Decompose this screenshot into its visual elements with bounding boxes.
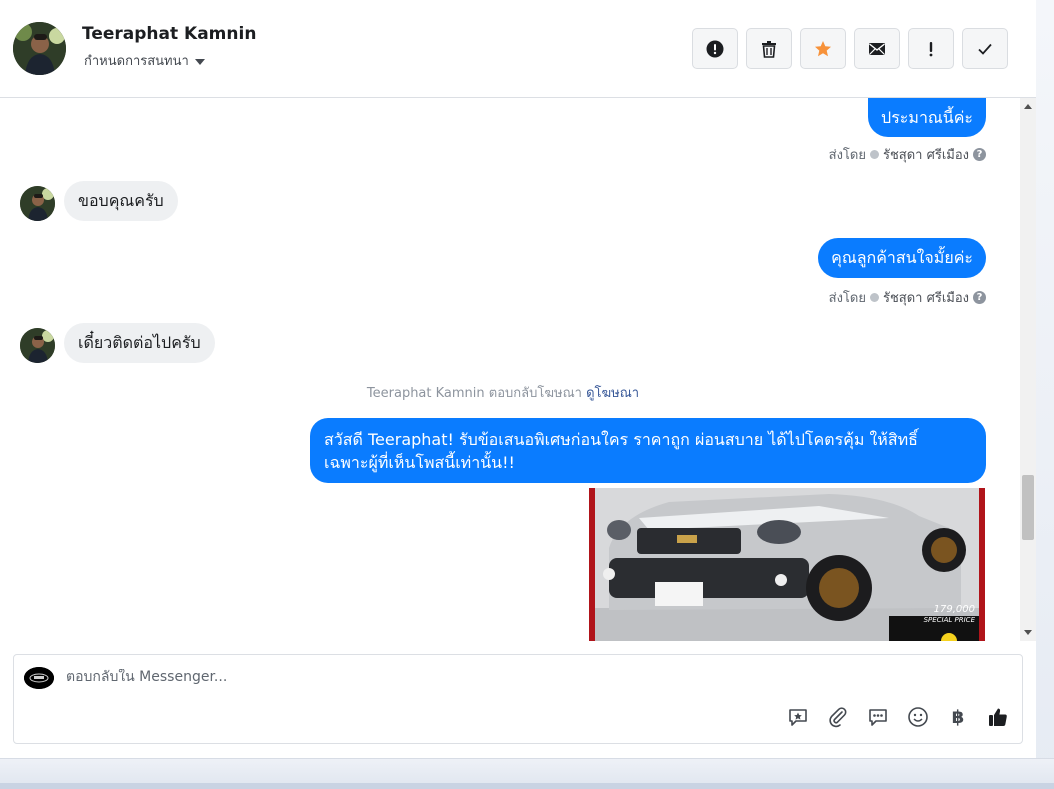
- window-edge: [1036, 0, 1054, 789]
- reply-composer: ฿: [13, 654, 1023, 744]
- ad-greeting-line-2: เฉพาะผู้ที่เห็นโพสนี้เท่านั้น!!: [324, 453, 515, 472]
- inbox-conversation-panel: Teeraphat Kamnin กำหนดการสนทนา ประมาณนี้…: [0, 0, 1036, 758]
- ad-price-label: SPECIAL PRICE: [923, 616, 975, 624]
- contact-avatar[interactable]: [13, 22, 66, 75]
- spam-button[interactable]: [908, 28, 954, 69]
- emoji-button[interactable]: [906, 705, 930, 729]
- ad-greeting-message[interactable]: สวัสดี Teeraphat! รับข้อเสนอพิเศษก่อนใคร…: [310, 418, 986, 483]
- status-dot-icon: [869, 293, 879, 302]
- contact-name[interactable]: Teeraphat Kamnin: [82, 24, 256, 44]
- star-button[interactable]: [800, 28, 846, 69]
- scroll-down-arrow-icon[interactable]: [1024, 630, 1032, 635]
- ad-car-image[interactable]: 179,000 SPECIAL PRICE: [589, 488, 985, 641]
- window-bottom-edge: [0, 758, 1054, 789]
- help-icon[interactable]: ?: [973, 148, 986, 161]
- incoming-message[interactable]: ขอบคุณครับ: [64, 181, 178, 221]
- payment-button[interactable]: ฿: [946, 705, 970, 729]
- trash-icon: [762, 40, 776, 58]
- saved-reply-icon: [789, 709, 807, 726]
- sent-by-label: ส่งโดย: [828, 148, 866, 163]
- status-dot-icon: [869, 150, 879, 159]
- composer-toolbar: ฿: [786, 705, 1010, 729]
- scroll-thumb[interactable]: [1022, 475, 1034, 540]
- page-avatar: [24, 667, 54, 689]
- saved-reply-button[interactable]: [786, 705, 810, 729]
- conversation-toolbar: [692, 28, 1008, 69]
- reply-input[interactable]: [66, 669, 766, 685]
- conversation-settings-label: กำหนดการสนทนา: [84, 54, 189, 69]
- quick-reply-icon: [869, 709, 887, 726]
- mark-unread-button[interactable]: [854, 28, 900, 69]
- conversation-header: Teeraphat Kamnin กำหนดการสนทนา: [0, 0, 1036, 98]
- ad-greeting-line-1: สวัสดี Teeraphat! รับข้อเสนอพิเศษก่อนใคร…: [324, 430, 918, 449]
- view-ad-link[interactable]: ดูโฆษณา: [586, 386, 639, 401]
- exclamation-icon: [929, 41, 933, 56]
- attachment-icon: [829, 707, 847, 728]
- ad-reply-note-text: Teeraphat Kamnin ตอบกลับโฆษณา: [366, 386, 582, 401]
- outgoing-message[interactable]: ประมาณนี้ค่ะ: [868, 98, 986, 137]
- baht-icon: ฿: [951, 706, 965, 728]
- incoming-message[interactable]: เดี๋ยวติดต่อไปครับ: [64, 323, 215, 363]
- alert-circle-icon: [706, 40, 724, 57]
- ad-reply-note: Teeraphat Kamnin ตอบกลับโฆษณา ดูโฆษณา: [0, 382, 1006, 403]
- thumbs-up-icon: [989, 708, 1007, 726]
- like-button[interactable]: [986, 705, 1010, 729]
- sent-by-info: ส่งโดย รัชสุดา ศรีเมือง ?: [829, 287, 986, 308]
- quick-reply-button[interactable]: [866, 705, 890, 729]
- scroll-up-arrow-icon[interactable]: [1024, 104, 1032, 109]
- done-button[interactable]: [962, 28, 1008, 69]
- message-thread: ประมาณนี้ค่ะ ส่งโดย รัชสุดา ศรีเมือง ? ข…: [0, 98, 1020, 641]
- checkmark-icon: [978, 43, 992, 55]
- thread-scrollbar[interactable]: [1020, 98, 1036, 641]
- agent-name[interactable]: รัชสุดา ศรีเมือง: [883, 144, 969, 165]
- emoji-icon: [908, 707, 928, 727]
- ad-price: 179,000: [933, 604, 975, 615]
- conversation-settings-dropdown[interactable]: กำหนดการสนทนา: [84, 50, 205, 71]
- star-icon: [815, 40, 831, 56]
- report-button[interactable]: [692, 28, 738, 69]
- sent-by-label: ส่งโดย: [828, 291, 866, 306]
- agent-name[interactable]: รัชสุดา ศรีเมือง: [883, 287, 969, 308]
- delete-button[interactable]: [746, 28, 792, 69]
- envelope-icon: [869, 42, 885, 55]
- outgoing-message[interactable]: คุณลูกค้าสนใจมั้ยค่ะ: [818, 238, 986, 278]
- customer-avatar[interactable]: [20, 328, 55, 363]
- sent-by-info: ส่งโดย รัชสุดา ศรีเมือง ?: [829, 144, 986, 165]
- caret-down-icon: [194, 58, 205, 65]
- attachment-button[interactable]: [826, 705, 850, 729]
- help-icon[interactable]: ?: [973, 291, 986, 304]
- customer-avatar[interactable]: [20, 186, 55, 221]
